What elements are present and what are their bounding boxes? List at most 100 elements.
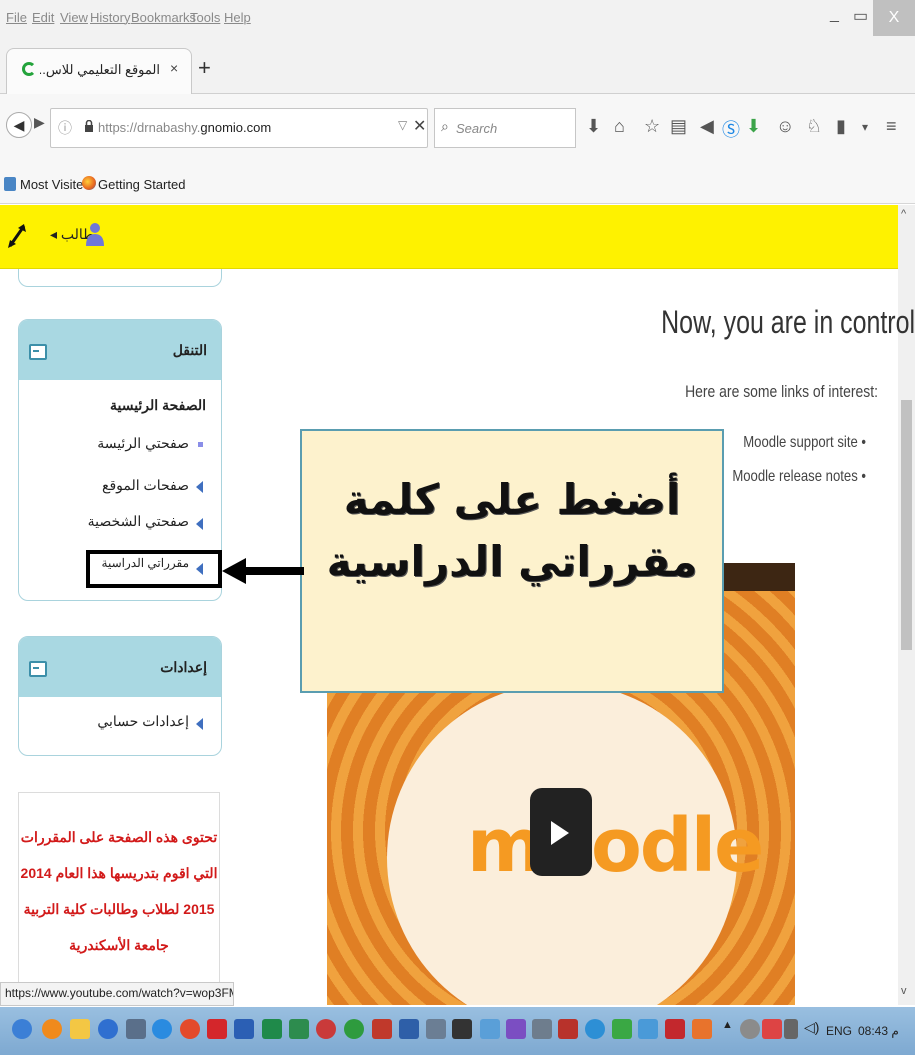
menu-view[interactable]: View bbox=[60, 10, 88, 25]
app-icon[interactable] bbox=[612, 1019, 632, 1039]
notice-block: تحتوى هذه الصفحة على المقررات التي اقوم … bbox=[18, 792, 220, 992]
menu-file[interactable]: File bbox=[6, 10, 27, 25]
most-visited-icon bbox=[4, 177, 16, 191]
app-task-icon[interactable] bbox=[98, 1019, 118, 1039]
forward-arrow-icon: ▶ bbox=[34, 114, 45, 130]
url-subdomain: drnabashy. bbox=[137, 120, 201, 135]
tool-icon[interactable] bbox=[426, 1019, 446, 1039]
menu-bookmarks[interactable]: Bookmarks bbox=[131, 10, 196, 25]
nav-item-my-home[interactable]: صفحتي الرئيسة bbox=[97, 435, 189, 452]
link-label[interactable]: Moodle release notes bbox=[732, 468, 857, 485]
pdf-icon[interactable] bbox=[207, 1019, 227, 1039]
settings-block: إعدادات bbox=[18, 636, 222, 756]
back-arrow-icon: ◀ bbox=[13, 116, 25, 133]
forward-button[interactable]: ▶ bbox=[34, 114, 45, 131]
app-icon[interactable] bbox=[638, 1019, 658, 1039]
start-icon[interactable] bbox=[12, 1019, 32, 1039]
url-dropdown-icon[interactable]: ▽ bbox=[398, 118, 407, 132]
triangle-bullet-icon[interactable] bbox=[196, 718, 203, 730]
powerpoint-icon[interactable] bbox=[372, 1019, 392, 1039]
instruction-callout: أضغط على كلمة مقرراتي الدراسية bbox=[300, 429, 724, 693]
notice-line: جامعة الأسكندرية bbox=[69, 937, 169, 953]
back-button[interactable]: ◀ bbox=[6, 112, 32, 138]
scroll-down-icon[interactable]: v bbox=[901, 985, 907, 997]
send-icon[interactable]: ◀ bbox=[700, 116, 714, 137]
bookmark-star-icon[interactable]: ☆ bbox=[644, 116, 660, 137]
tray-expand-icon[interactable]: ▲ bbox=[722, 1019, 733, 1039]
search-input-placeholder[interactable]: Search bbox=[456, 121, 497, 136]
url-scheme: https:// bbox=[98, 120, 138, 135]
hamburger-menu-icon[interactable]: ≡ bbox=[886, 116, 897, 137]
close-window-button[interactable]: X bbox=[873, 0, 915, 36]
clock[interactable]: 08:43 م bbox=[858, 1024, 899, 1038]
menu-history[interactable]: History bbox=[90, 10, 130, 25]
collapse-icon[interactable] bbox=[29, 344, 47, 360]
triangle-bullet-icon[interactable] bbox=[196, 518, 203, 530]
network-tray-icon[interactable] bbox=[784, 1019, 798, 1039]
volume-icon[interactable]: ◁) bbox=[804, 1019, 819, 1039]
app-icon[interactable] bbox=[532, 1019, 552, 1039]
nav-item-my-profile[interactable]: صفحتي الشخصية bbox=[88, 513, 189, 530]
link-moodle-release-notes[interactable]: Moodle release notes • bbox=[718, 468, 866, 486]
scroll-up-icon[interactable]: ^ bbox=[901, 208, 906, 220]
chrome-icon[interactable] bbox=[180, 1019, 200, 1039]
menu-edit[interactable]: Edit bbox=[32, 10, 54, 25]
filezilla-icon[interactable] bbox=[558, 1019, 578, 1039]
excel-icon[interactable] bbox=[262, 1019, 282, 1039]
settings-block-title: إعدادات bbox=[160, 659, 207, 675]
app-icon[interactable] bbox=[585, 1019, 605, 1039]
expand-icon[interactable] bbox=[6, 222, 28, 250]
reading-list-icon[interactable]: ▤ bbox=[670, 116, 687, 137]
new-tab-button[interactable]: + bbox=[198, 55, 211, 81]
collapse-icon[interactable] bbox=[29, 661, 47, 677]
url-stop-icon[interactable]: ✕ bbox=[413, 116, 426, 136]
tray-icon[interactable] bbox=[762, 1019, 782, 1039]
download-helper-icon[interactable]: ⬇ bbox=[746, 116, 761, 137]
link-moodle-support[interactable]: Moodle support site • bbox=[718, 434, 866, 452]
menu-tools[interactable]: Tools bbox=[190, 10, 220, 25]
loading-spinner-icon bbox=[22, 62, 36, 76]
tray-icon[interactable] bbox=[740, 1019, 760, 1039]
menu-help[interactable]: Help bbox=[224, 10, 251, 25]
tab-close-icon[interactable]: × bbox=[170, 60, 178, 76]
search-task-icon[interactable] bbox=[126, 1019, 146, 1039]
settings-item-my-account[interactable]: إعدادات حسابي bbox=[97, 713, 189, 730]
visio-icon[interactable] bbox=[399, 1019, 419, 1039]
url-text[interactable]: https://drnabashy.gnomio.com bbox=[98, 120, 271, 135]
page-heading: Now, you are in control! bbox=[661, 304, 915, 340]
explorer-folder-icon[interactable] bbox=[70, 1019, 90, 1039]
settings-block-header: إعدادات bbox=[19, 637, 221, 697]
maximize-button[interactable]: ▭ bbox=[853, 6, 869, 26]
terminal-icon[interactable] bbox=[452, 1019, 472, 1039]
skype-icon[interactable]: Ⓢ bbox=[722, 116, 740, 142]
ie-icon[interactable] bbox=[152, 1019, 172, 1039]
language-indicator[interactable]: ENG bbox=[826, 1024, 852, 1038]
scroll-thumb[interactable] bbox=[901, 400, 912, 650]
overflow-chevron-icon[interactable]: ▾ bbox=[862, 120, 868, 134]
triangle-bullet-icon[interactable] bbox=[196, 481, 203, 493]
xampp-icon[interactable] bbox=[692, 1019, 712, 1039]
visual-studio-icon[interactable] bbox=[506, 1019, 526, 1039]
bookmark-getting-started[interactable]: Getting Started bbox=[98, 177, 185, 192]
download-icon[interactable]: ⬇ bbox=[586, 116, 601, 137]
word-icon[interactable] bbox=[234, 1019, 254, 1039]
site-info-icon[interactable]: ⓘ bbox=[58, 118, 74, 136]
puzzle-icon[interactable]: ♘ bbox=[806, 116, 822, 137]
bookmark-most-visited[interactable]: Most Visited bbox=[20, 177, 91, 192]
nav-item-site-pages[interactable]: صفحات الموقع bbox=[102, 477, 189, 494]
media-icon[interactable] bbox=[316, 1019, 336, 1039]
navigation-block-title: التنقل bbox=[172, 342, 207, 358]
home-icon[interactable]: ⌂ bbox=[614, 116, 625, 137]
user-avatar-icon bbox=[86, 223, 104, 246]
battery-icon[interactable]: ▮ bbox=[836, 116, 846, 137]
network-icon[interactable] bbox=[480, 1019, 500, 1039]
globe-icon[interactable] bbox=[344, 1019, 364, 1039]
app-icon[interactable] bbox=[665, 1019, 685, 1039]
nav-home-heading[interactable]: الصفحة الرئيسية bbox=[110, 397, 206, 414]
link-label[interactable]: Moodle support site bbox=[743, 434, 858, 451]
project-icon[interactable] bbox=[289, 1019, 309, 1039]
chat-icon[interactable]: ☺ bbox=[776, 116, 794, 137]
firefox-task-icon[interactable] bbox=[42, 1019, 62, 1039]
highlight-box bbox=[86, 550, 222, 588]
minimize-button[interactable]: _ bbox=[830, 6, 848, 26]
